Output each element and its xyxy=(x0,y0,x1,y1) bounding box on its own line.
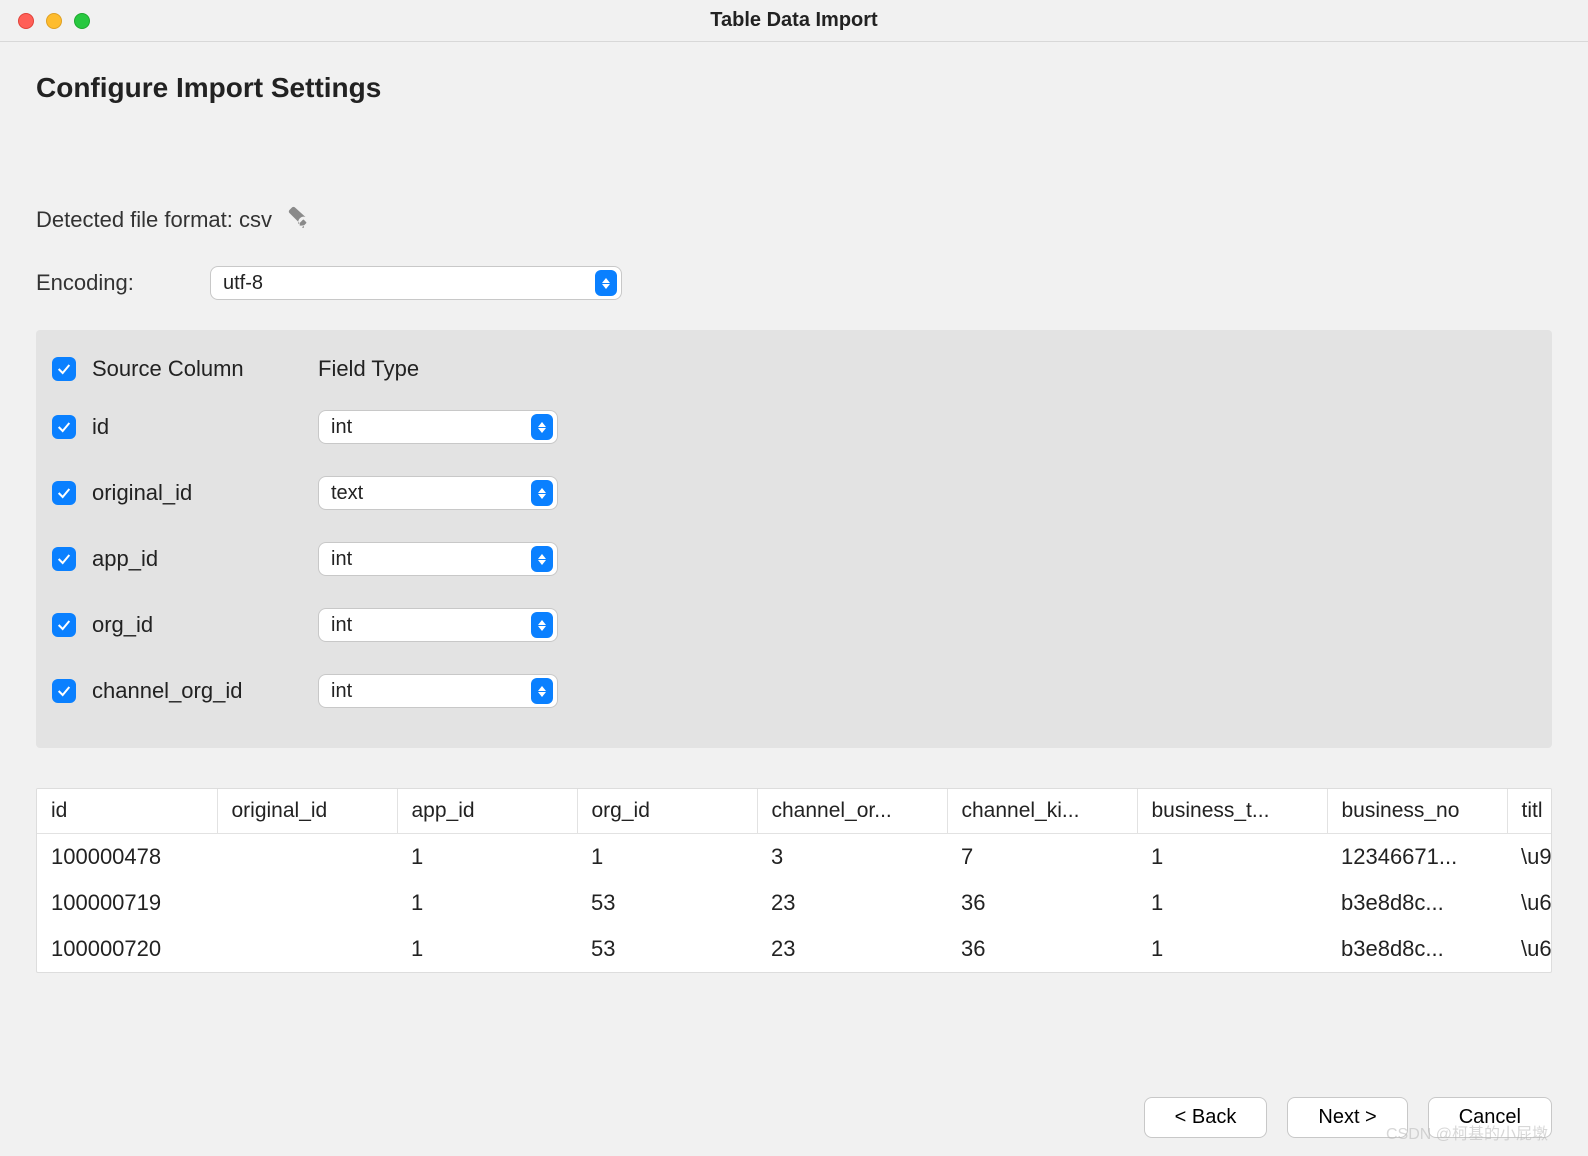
table-cell: 7 xyxy=(947,834,1137,881)
table-cell: 1 xyxy=(1137,834,1327,881)
column-row: original_id text xyxy=(48,460,1540,526)
table-cell xyxy=(217,880,397,926)
chevron-updown-icon xyxy=(595,270,617,296)
preview-column-header[interactable]: channel_ki... xyxy=(947,789,1137,834)
wrench-icon[interactable] xyxy=(286,204,312,236)
source-column-name: channel_org_id xyxy=(92,678,302,704)
field-type-value: int xyxy=(331,416,352,439)
table-cell: 100000478 xyxy=(37,834,217,881)
preview-column-header[interactable]: titl xyxy=(1507,789,1552,834)
table-cell: 12346671... xyxy=(1327,834,1507,881)
columns-panel: Source Column Field Type id int original… xyxy=(36,330,1552,748)
field-type-select[interactable]: text xyxy=(318,476,558,510)
table-cell: 1 xyxy=(577,834,757,881)
table-cell: 1 xyxy=(1137,880,1327,926)
page-title: Configure Import Settings xyxy=(36,72,1552,104)
table-cell: \u9 xyxy=(1507,834,1552,881)
content-area: Configure Import Settings Detected file … xyxy=(0,42,1588,973)
column-row: org_id int xyxy=(48,592,1540,658)
table-cell: 23 xyxy=(757,880,947,926)
table-cell: \u6 xyxy=(1507,880,1552,926)
maximize-window-button[interactable] xyxy=(74,13,90,29)
detected-format-row: Detected file format: csv xyxy=(36,204,1552,236)
column-checkbox[interactable] xyxy=(52,613,76,637)
table-cell: b3e8d8c... xyxy=(1327,926,1507,972)
encoding-select[interactable]: utf-8 xyxy=(210,266,622,300)
detected-format-label: Detected file format: csv xyxy=(36,207,272,233)
column-checkbox[interactable] xyxy=(52,481,76,505)
preview-column-header[interactable]: channel_or... xyxy=(757,789,947,834)
select-all-checkbox[interactable] xyxy=(52,357,76,381)
source-column-name: app_id xyxy=(92,546,302,572)
field-type-select[interactable]: int xyxy=(318,608,558,642)
table-cell: 1 xyxy=(397,880,577,926)
chevron-updown-icon xyxy=(531,414,553,440)
preview-table: idoriginal_idapp_idorg_idchannel_or...ch… xyxy=(36,788,1552,973)
field-type-value: int xyxy=(331,680,352,703)
chevron-updown-icon xyxy=(531,678,553,704)
table-cell: 1 xyxy=(397,926,577,972)
table-cell: 100000719 xyxy=(37,880,217,926)
window-title: Table Data Import xyxy=(710,9,877,32)
columns-header-row: Source Column Field Type xyxy=(48,344,1540,394)
column-row: id int xyxy=(48,394,1540,460)
table-cell: 53 xyxy=(577,880,757,926)
window-controls xyxy=(18,13,90,29)
table-cell: 36 xyxy=(947,880,1137,926)
table-cell: 1 xyxy=(397,834,577,881)
table-cell: b3e8d8c... xyxy=(1327,880,1507,926)
preview-column-header[interactable]: app_id xyxy=(397,789,577,834)
table-cell: \u6 xyxy=(1507,926,1552,972)
column-checkbox[interactable] xyxy=(52,415,76,439)
table-row[interactable]: 10000071915323361b3e8d8c...\u6 xyxy=(37,880,1552,926)
field-type-value: int xyxy=(331,548,352,571)
table-cell: 36 xyxy=(947,926,1137,972)
next-button[interactable]: Next > xyxy=(1287,1097,1407,1138)
field-type-header: Field Type xyxy=(318,356,419,382)
column-checkbox[interactable] xyxy=(52,679,76,703)
preview-column-header[interactable]: business_t... xyxy=(1137,789,1327,834)
table-cell: 53 xyxy=(577,926,757,972)
table-row[interactable]: 1000004781137112346671...\u9 xyxy=(37,834,1552,881)
table-cell: 1 xyxy=(1137,926,1327,972)
source-column-name: id xyxy=(92,414,302,440)
encoding-label: Encoding: xyxy=(36,270,156,296)
table-cell: 3 xyxy=(757,834,947,881)
source-column-name: original_id xyxy=(92,480,302,506)
field-type-value: int xyxy=(331,614,352,637)
cancel-button[interactable]: Cancel xyxy=(1428,1097,1552,1138)
encoding-value: utf-8 xyxy=(223,272,263,295)
chevron-updown-icon xyxy=(531,480,553,506)
field-type-select[interactable]: int xyxy=(318,410,558,444)
source-column-name: org_id xyxy=(92,612,302,638)
table-cell: 23 xyxy=(757,926,947,972)
source-column-header: Source Column xyxy=(92,356,302,382)
column-row: channel_org_id int xyxy=(48,658,1540,724)
field-type-select[interactable]: int xyxy=(318,674,558,708)
close-window-button[interactable] xyxy=(18,13,34,29)
encoding-row: Encoding: utf-8 xyxy=(36,266,1552,300)
preview-column-header[interactable]: org_id xyxy=(577,789,757,834)
table-cell xyxy=(217,926,397,972)
chevron-updown-icon xyxy=(531,612,553,638)
field-type-select[interactable]: int xyxy=(318,542,558,576)
table-cell: 100000720 xyxy=(37,926,217,972)
table-row[interactable]: 10000072015323361b3e8d8c...\u6 xyxy=(37,926,1552,972)
titlebar: Table Data Import xyxy=(0,0,1588,42)
field-type-value: text xyxy=(331,482,363,505)
chevron-updown-icon xyxy=(531,546,553,572)
preview-header-row: idoriginal_idapp_idorg_idchannel_or...ch… xyxy=(37,789,1552,834)
back-button[interactable]: < Back xyxy=(1144,1097,1268,1138)
column-checkbox[interactable] xyxy=(52,547,76,571)
footer-buttons: < Back Next > Cancel xyxy=(1144,1097,1552,1138)
table-cell xyxy=(217,834,397,881)
preview-column-header[interactable]: original_id xyxy=(217,789,397,834)
preview-column-header[interactable]: business_no xyxy=(1327,789,1507,834)
minimize-window-button[interactable] xyxy=(46,13,62,29)
preview-column-header[interactable]: id xyxy=(37,789,217,834)
column-row: app_id int xyxy=(48,526,1540,592)
